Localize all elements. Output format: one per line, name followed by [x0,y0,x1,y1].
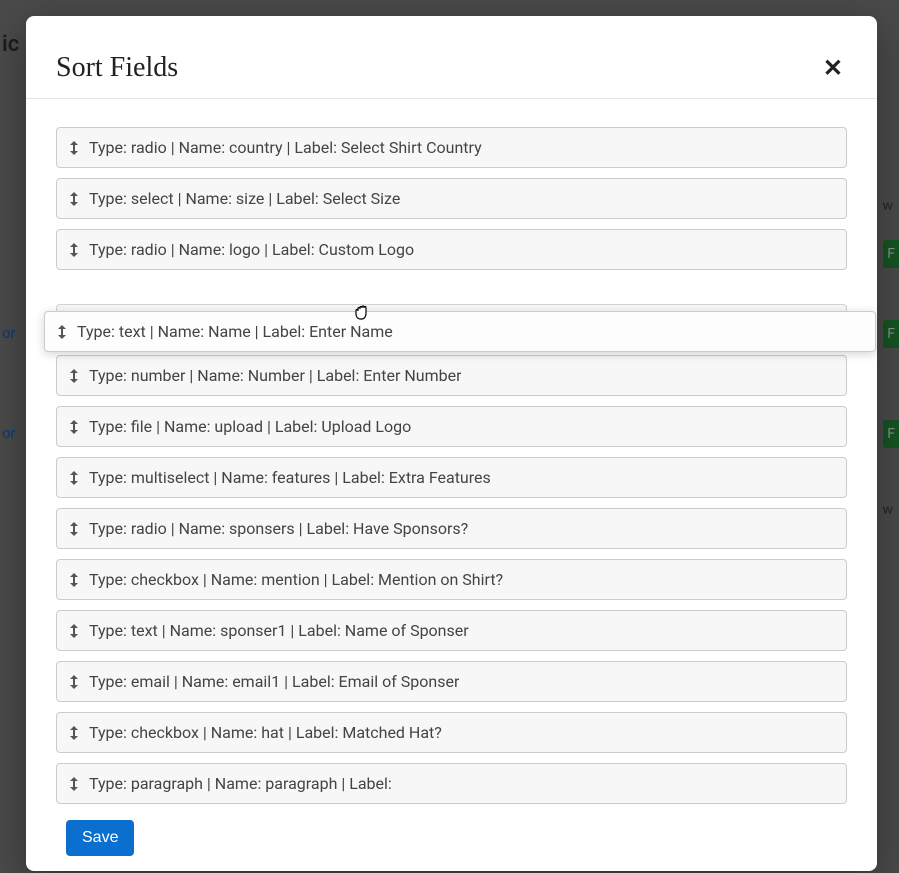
drag-handle-icon[interactable] [69,141,79,155]
drag-handle-icon[interactable] [69,726,79,740]
field-item-label: Type: number | Name: Number | Label: Ent… [89,366,461,385]
drag-handle-icon[interactable] [69,777,79,791]
field-item-label: Type: radio | Name: country | Label: Sel… [89,138,482,157]
drag-handle-icon[interactable] [69,471,79,485]
field-item-label: Type: file | Name: upload | Label: Uploa… [89,417,411,436]
field-item-label: Type: radio | Name: logo | Label: Custom… [89,240,414,259]
drag-handle-icon[interactable] [69,192,79,206]
drag-handle-icon[interactable] [69,420,79,434]
field-item[interactable]: Type: email | Name: email1 | Label: Emai… [56,661,847,702]
drag-handle-icon[interactable] [69,624,79,638]
drag-handle-icon[interactable] [57,325,67,339]
field-item-label: Type: text | Name: Name | Label: Enter N… [77,322,393,341]
field-item[interactable]: Type: paragraph | Name: paragraph | Labe… [56,763,847,804]
field-item[interactable]: Type: radio | Name: country | Label: Sel… [56,127,847,168]
drag-handle-icon[interactable] [69,243,79,257]
field-item[interactable]: Type: checkbox | Name: mention | Label: … [56,559,847,600]
field-item[interactable]: Type: text | Name: sponser1 | Label: Nam… [56,610,847,651]
field-item[interactable]: Type: multiselect | Name: features | Lab… [56,457,847,498]
field-item[interactable]: Type: radio | Name: logo | Label: Custom… [56,229,847,270]
sortable-field-list[interactable]: Type: radio | Name: country | Label: Sel… [56,127,847,804]
field-item[interactable]: Type: number | Name: Number | Label: Ent… [56,355,847,396]
drag-handle-icon[interactable] [69,573,79,587]
field-item-label: Type: text | Name: sponser1 | Label: Nam… [89,621,469,640]
field-item-label: Type: multiselect | Name: features | Lab… [89,468,491,487]
field-item-label: Type: checkbox | Name: hat | Label: Matc… [89,723,442,742]
field-item[interactable]: Type: checkbox | Name: hat | Label: Matc… [56,712,847,753]
field-item-label: Type: paragraph | Name: paragraph | Labe… [89,774,392,793]
field-item[interactable]: Type: select | Name: size | Label: Selec… [56,178,847,219]
field-item[interactable]: Type: file | Name: upload | Label: Uploa… [56,406,847,447]
dragging-field-item[interactable]: Type: text | Name: Name | Label: Enter N… [44,311,876,352]
field-item-label: Type: radio | Name: sponsers | Label: Ha… [89,519,468,538]
sort-fields-modal: Sort Fields ✕ Type: radio | Name: countr… [26,16,877,871]
modal-title: Sort Fields [56,52,178,84]
drag-handle-icon[interactable] [69,522,79,536]
drag-handle-icon[interactable] [69,675,79,689]
close-button[interactable]: ✕ [819,52,847,84]
modal-footer: Save [56,804,847,862]
modal-body: Type: radio | Name: country | Label: Sel… [26,99,877,871]
field-item-label: Type: email | Name: email1 | Label: Emai… [89,672,459,691]
modal-header: Sort Fields ✕ [26,16,877,99]
field-item-label: Type: checkbox | Name: mention | Label: … [89,570,503,589]
field-item[interactable]: Type: radio | Name: sponsers | Label: Ha… [56,508,847,549]
save-button[interactable]: Save [66,820,134,856]
field-item-label: Type: select | Name: size | Label: Selec… [89,189,400,208]
drop-placeholder [56,280,847,294]
drag-handle-icon[interactable] [69,369,79,383]
